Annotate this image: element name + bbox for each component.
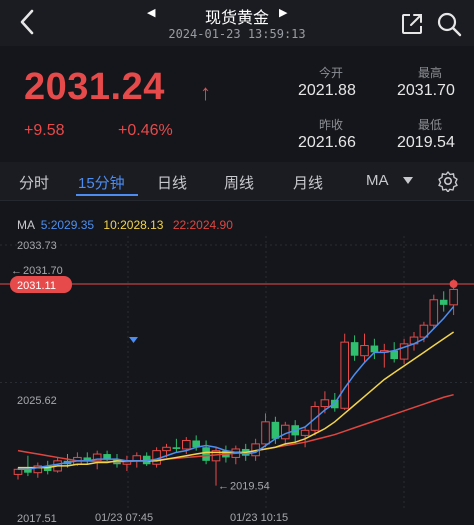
candle	[83, 452, 92, 465]
prev-close-label: 昨收	[319, 118, 344, 132]
x-tick-label: 01/23 10:15	[230, 512, 288, 524]
candle	[409, 331, 419, 351]
tab-indicator[interactable]: MA	[366, 172, 389, 189]
high-label: 最高	[418, 66, 443, 80]
candle	[380, 343, 389, 368]
up-arrow-icon: ↑	[200, 80, 211, 105]
tab-timeshare[interactable]: 分时	[19, 172, 49, 193]
ma5-line	[18, 306, 455, 471]
y-tick-label: 2025.62	[17, 395, 57, 407]
period-tabs: 分时 15分钟 日线 周线 月线 MA	[0, 162, 474, 343]
top-bar: ◀ 现货黄金 ▶ 2024-01-23 13:59:13	[0, 0, 474, 46]
tab-15min[interactable]: 15分钟	[78, 172, 125, 193]
prev-close-value: 2021.66	[298, 134, 356, 151]
last-price: 2031.24	[24, 66, 165, 108]
candle	[261, 413, 270, 448]
tab-weekly[interactable]: 周线	[224, 172, 254, 193]
candle	[390, 342, 398, 363]
low-value: 2019.54	[397, 134, 455, 151]
next-instrument-icon[interactable]: ▶	[279, 6, 287, 19]
low-marker-label: 2019.54	[230, 481, 270, 493]
y-tick-label: 2017.51	[17, 513, 57, 525]
low-label: 最低	[418, 118, 443, 132]
candlestick-chart[interactable]: 2033.73 2025.62 2017.51 01/23 07:45 01/2…	[0, 232, 474, 525]
tab-daily[interactable]: 日线	[157, 172, 187, 193]
candle	[33, 462, 43, 478]
candle	[142, 452, 151, 466]
indicator-chevron-down-icon[interactable]	[403, 177, 413, 184]
current-price-label: 2031.11	[17, 280, 56, 292]
page-title: 现货黄金	[204, 10, 269, 27]
ma10-value: 10:2028.13	[103, 218, 164, 232]
candle	[122, 455, 132, 472]
share-icon[interactable]	[400, 12, 424, 36]
candle	[340, 333, 349, 410]
y-tick-label: 2033.73	[17, 240, 57, 252]
high-marker-arrow: ←	[11, 265, 22, 277]
search-icon[interactable]	[436, 11, 462, 37]
candle	[429, 294, 439, 329]
candle	[360, 333, 369, 363]
timestamp: 2024-01-23 13:59:13	[168, 27, 306, 41]
candle	[439, 291, 448, 312]
open-label: 今开	[319, 66, 344, 80]
x-tick-label: 01/23 07:45	[95, 512, 153, 524]
prev-instrument-icon[interactable]: ◀	[147, 6, 155, 19]
candle	[132, 452, 142, 468]
tab-monthly[interactable]: 月线	[293, 172, 323, 193]
ma-legend: MA 5:2029.35 10:2028.13 22:2024.90	[17, 218, 233, 232]
ma22-value: 22:2024.90	[172, 218, 233, 232]
candle	[172, 438, 181, 453]
settings-gear-icon[interactable]	[437, 170, 459, 192]
ma5-value: 5:2029.35	[40, 218, 95, 232]
candle	[103, 450, 111, 463]
active-tab-underline	[76, 194, 138, 196]
back-icon[interactable]	[16, 8, 38, 36]
price-change-percent: +0.46%	[118, 122, 173, 139]
open-value: 2021.88	[298, 82, 356, 99]
high-value: 2031.70	[397, 82, 455, 99]
price-change: +9.58	[24, 122, 65, 139]
ma-lines	[17, 306, 455, 471]
chart-grid	[0, 236, 474, 510]
high-marker-label: 2031.70	[23, 265, 63, 277]
low-marker-arrow: ←	[218, 481, 229, 493]
candle	[399, 338, 409, 365]
ma-legend-label: MA	[17, 218, 35, 232]
candle	[24, 455, 32, 477]
candle	[231, 445, 241, 465]
current-price-dot	[449, 280, 458, 288]
candle	[350, 335, 359, 361]
